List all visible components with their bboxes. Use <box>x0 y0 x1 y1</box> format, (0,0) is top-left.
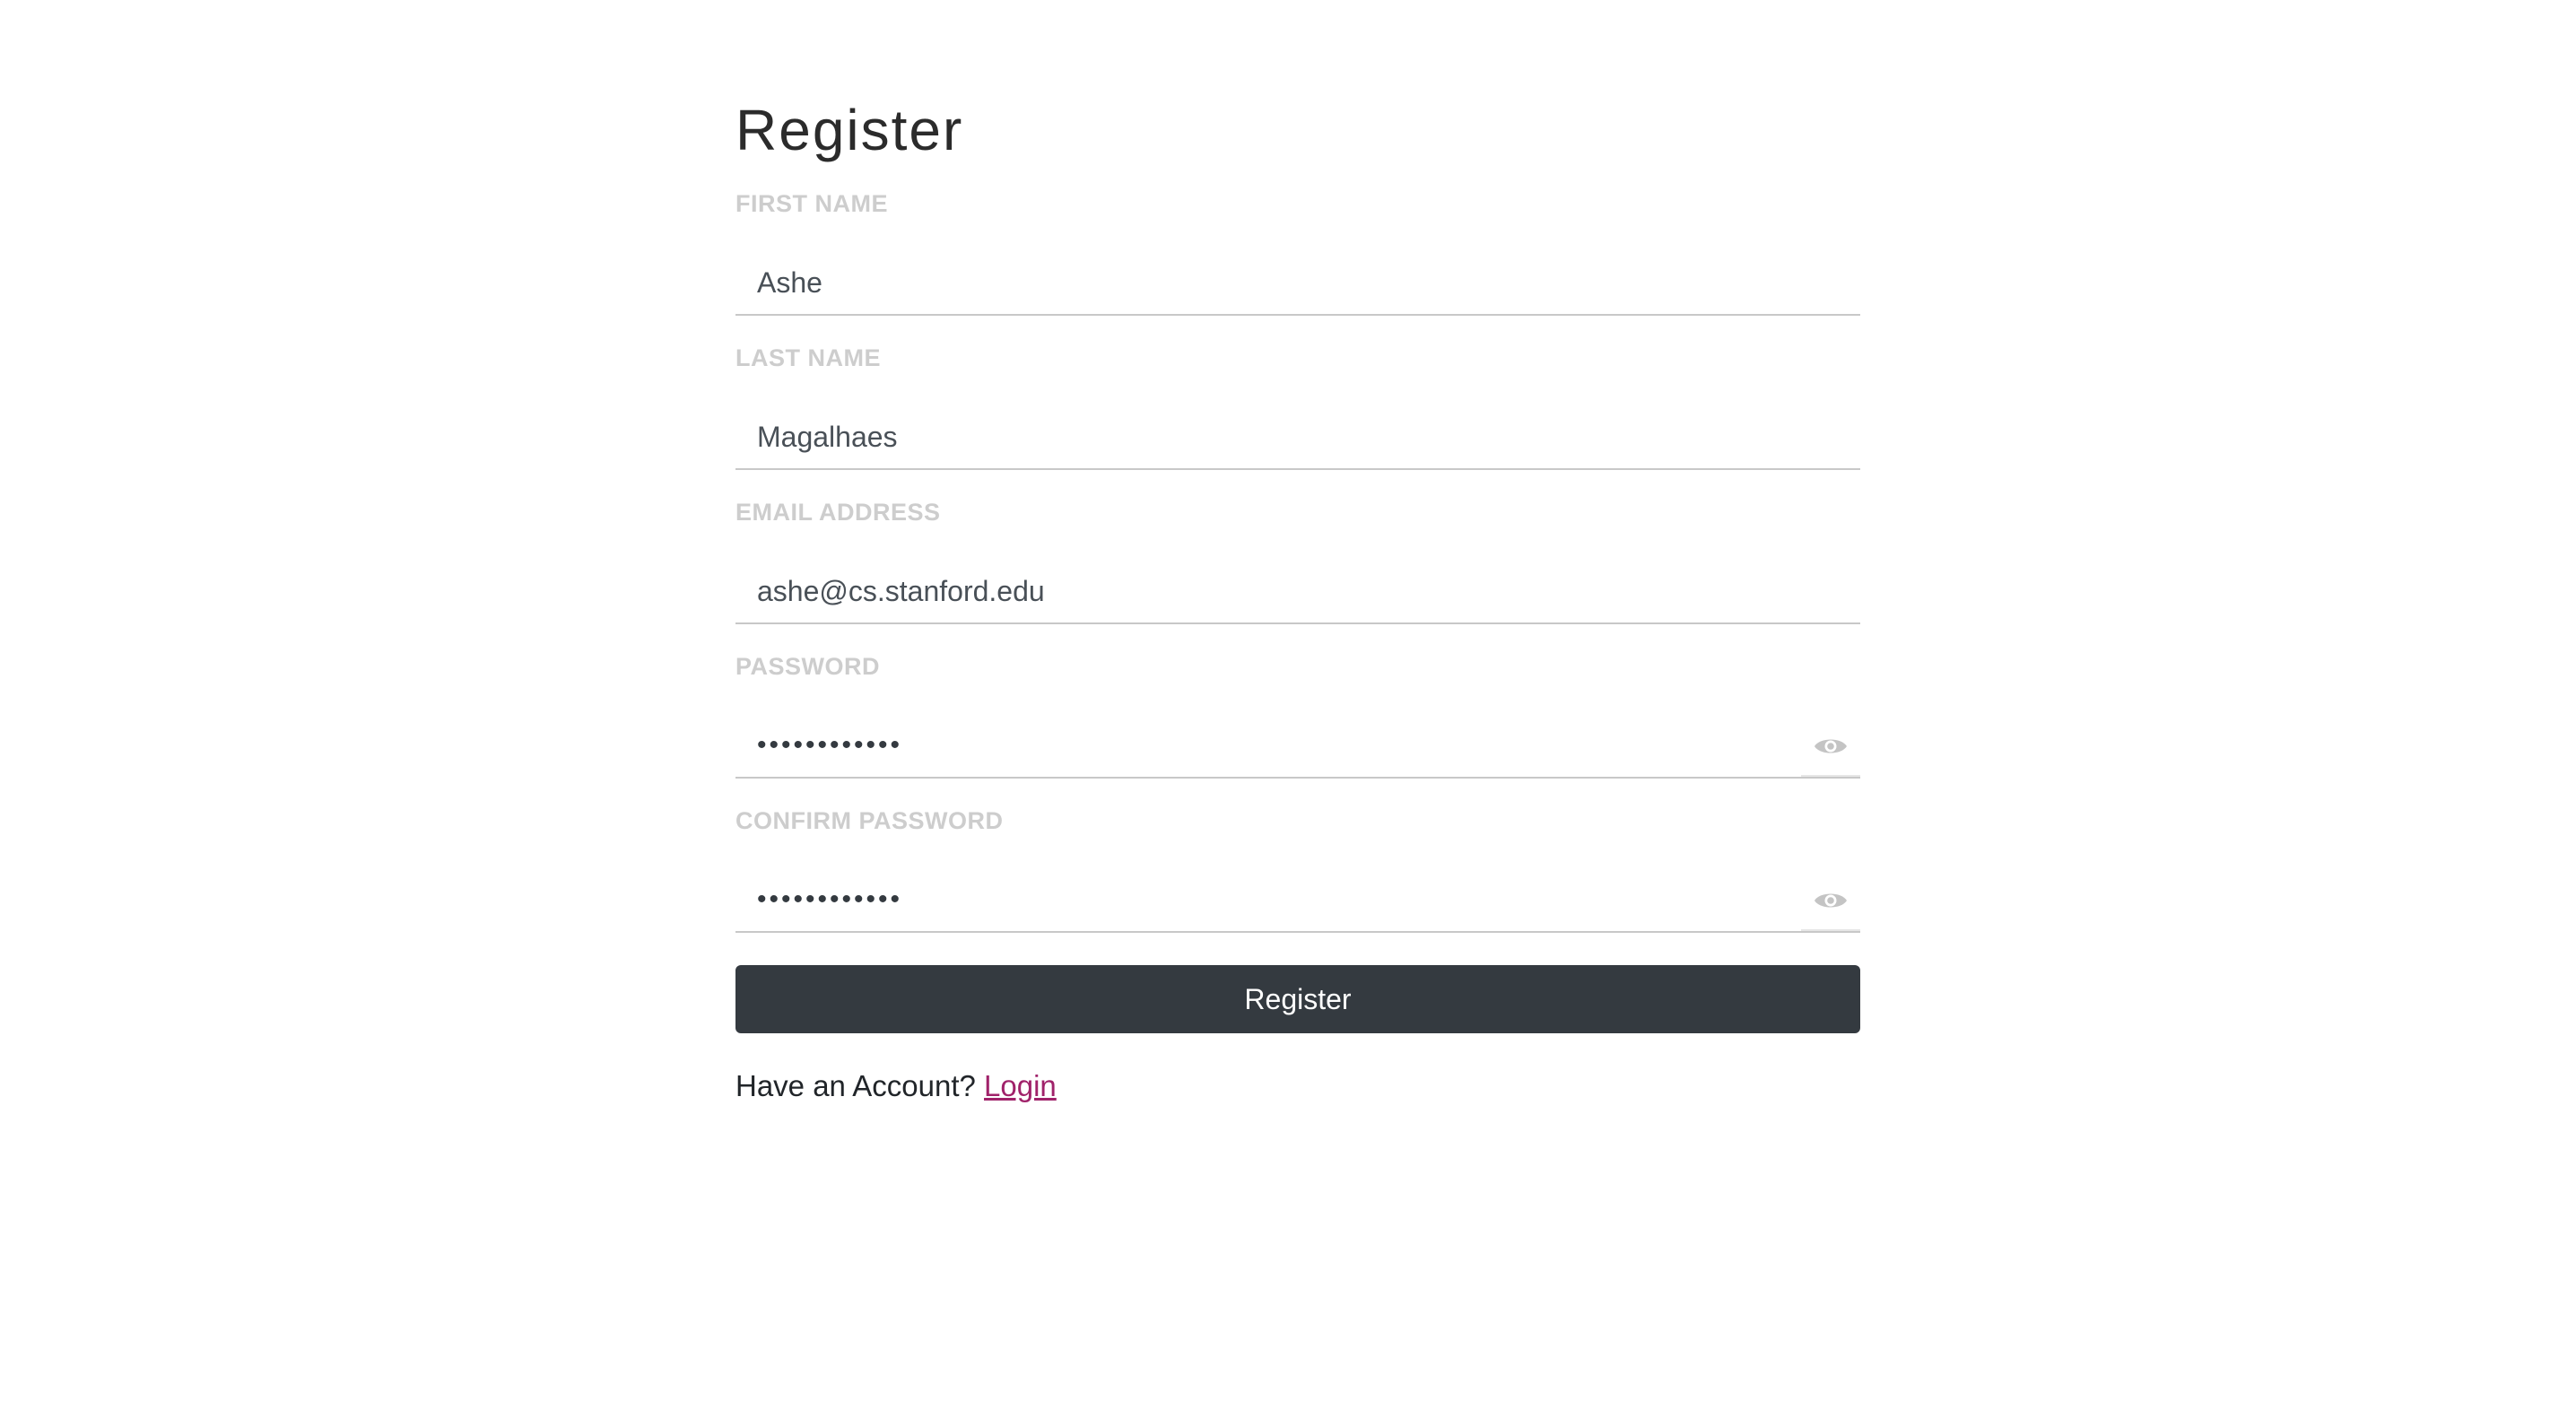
last-name-field: LAST NAME <box>735 343 1860 497</box>
password-field: PASSWORD <box>735 651 1860 805</box>
register-button[interactable]: Register <box>735 965 1860 1033</box>
last-name-input[interactable] <box>735 405 1860 470</box>
password-visibility-toggle[interactable] <box>1801 718 1860 777</box>
register-form: Register FIRST NAME LAST NAME EMAIL ADDR… <box>735 90 1860 1103</box>
password-input[interactable] <box>735 714 1860 779</box>
login-prompt-text: Have an Account? <box>735 1069 976 1102</box>
first-name-field: FIRST NAME <box>735 188 1860 343</box>
login-prompt: Have an Account? Login <box>735 1069 1860 1103</box>
page-title: Register <box>735 98 964 162</box>
first-name-input[interactable] <box>735 251 1860 316</box>
confirm-password-visibility-toggle[interactable] <box>1801 872 1860 931</box>
password-label: PASSWORD <box>735 653 881 680</box>
eye-icon <box>1815 739 1847 753</box>
confirm-password-field: CONFIRM PASSWORD <box>735 805 1860 960</box>
confirm-password-input[interactable] <box>735 868 1860 933</box>
email-field: EMAIL ADDRESS <box>735 497 1860 651</box>
last-name-label: LAST NAME <box>735 344 881 371</box>
confirm-password-label: CONFIRM PASSWORD <box>735 807 1004 834</box>
email-label: EMAIL ADDRESS <box>735 499 941 526</box>
login-link[interactable]: Login <box>984 1069 1057 1102</box>
first-name-label: FIRST NAME <box>735 190 888 217</box>
eye-icon <box>1815 893 1847 908</box>
email-input[interactable] <box>735 560 1860 624</box>
